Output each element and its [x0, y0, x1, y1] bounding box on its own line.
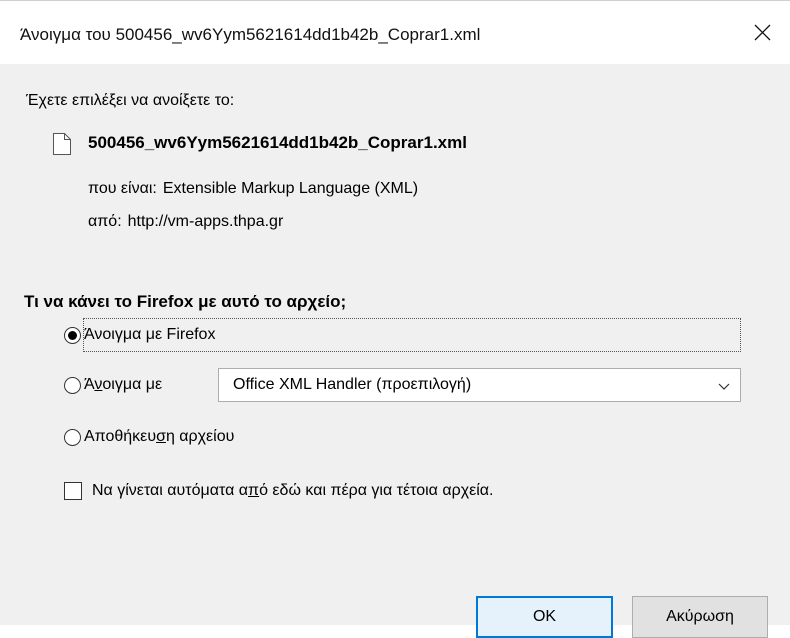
file-type-row: που είναι: Extensible Markup Language (XM… [88, 180, 418, 198]
remember-choice-checkbox[interactable]: Να γίνεται αυτόματα από εδώ και πέρα για… [64, 482, 493, 500]
file-source-value: http://vm-apps.thpa.gr [127, 213, 284, 230]
title-bar: Άνοιγμα του 500456_wv6Yym5621614dd1b42b_… [0, 0, 790, 64]
file-type-label: που είναι: [88, 180, 157, 197]
chevron-down-icon [718, 383, 730, 390]
window-title: Άνοιγμα του 500456_wv6Yym5621614dd1b42b_… [20, 25, 481, 44]
file-type-value: Extensible Markup Language (XML) [162, 180, 419, 197]
document-icon [53, 133, 71, 155]
ok-button[interactable]: OK [476, 596, 613, 638]
file-name: 500456_wv6Yym5621614dd1b42b_Coprar1.xml [88, 133, 467, 152]
dialog-content: Έχετε επιλέξει να ανοίξετε το: 500456_wv… [0, 64, 790, 638]
application-select[interactable]: Office XML Handler (προεπιλογή) [218, 368, 741, 402]
action-question: Τι να κάνει το Firefox με αυτό το αρχείο… [24, 292, 347, 311]
file-source-label: από: [88, 213, 122, 230]
file-source-row: από: http://vm-apps.thpa.gr [88, 213, 283, 231]
radio-save-file[interactable]: Αποθήκευση αρχείου [64, 428, 234, 446]
radio-open-with-firefox[interactable]: Άνοιγμα με Firefox [64, 326, 215, 344]
intro-text: Έχετε επιλέξει να ανοίξετε το: [26, 92, 235, 109]
radio-save-file-label: Αποθήκευση αρχείου [84, 428, 235, 445]
radio-button[interactable] [64, 428, 81, 446]
close-icon [754, 24, 770, 41]
checkbox-box[interactable] [64, 482, 82, 500]
radio-open-with[interactable]: Άνοιγμα με [64, 376, 162, 394]
close-button[interactable] [734, 1, 790, 64]
radio-open-with-label: Άνοιγμα με [84, 376, 163, 393]
radio-button-checked[interactable] [64, 326, 81, 344]
download-dialog: Άνοιγμα του 500456_wv6Yym5621614dd1b42b_… [0, 0, 790, 638]
cancel-button[interactable]: Ακύρωση [632, 596, 768, 638]
radio-open-with-firefox-label: Άνοιγμα με Firefox [84, 326, 216, 343]
remember-choice-label: Να γίνεται αυτόματα από εδώ και πέρα για… [92, 482, 494, 499]
application-select-value: Office XML Handler (προεπιλογή) [233, 376, 472, 393]
radio-button[interactable] [64, 376, 81, 394]
